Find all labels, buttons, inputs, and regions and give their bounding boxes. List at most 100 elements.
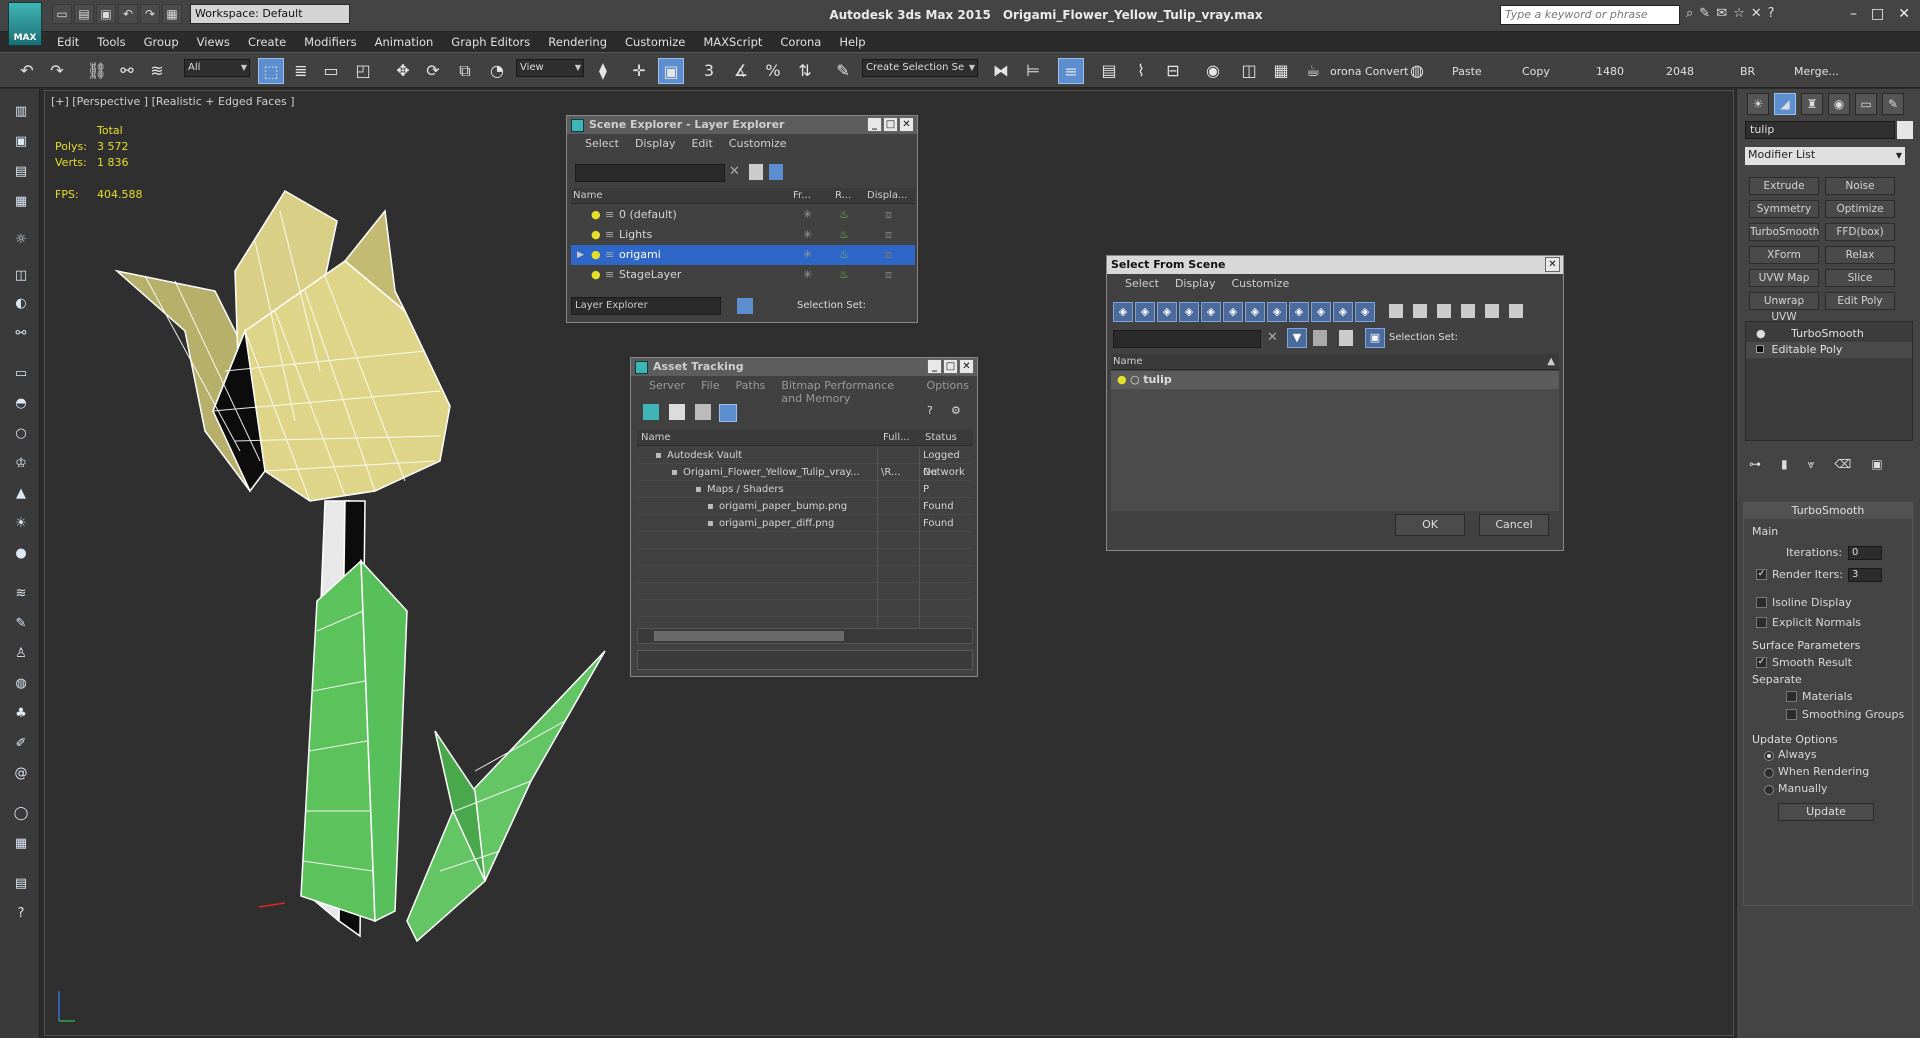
plant-icon[interactable]: ♣ — [10, 703, 32, 725]
modifier-button-noise[interactable]: Noise — [1825, 177, 1895, 195]
pin-stack-icon[interactable]: ⊶ — [1749, 457, 1761, 472]
modifier-button-xform[interactable]: XForm — [1749, 246, 1819, 264]
modifier-button-uvw-map[interactable]: UVW Map — [1749, 269, 1819, 287]
display-icon[interactable]: ▣ — [10, 131, 32, 153]
menu-animation[interactable]: Animation — [366, 32, 443, 52]
always-radio[interactable] — [1764, 751, 1774, 761]
sun-icon[interactable]: ☀ — [10, 513, 32, 535]
grid-icon[interactable]: ▦ — [10, 191, 32, 213]
cancel-button[interactable]: Cancel — [1479, 514, 1549, 536]
ok-button[interactable]: OK — [1395, 514, 1465, 536]
unlink-icon[interactable]: ⚯ — [114, 58, 140, 84]
layer-explorer-dropdown[interactable]: Layer Explorer — [571, 297, 721, 315]
clear-search-icon[interactable]: ✕ — [729, 164, 740, 179]
menu-modifiers[interactable]: Modifiers — [295, 32, 366, 52]
camera-filter-icon[interactable]: ◈ — [1179, 302, 1199, 322]
corona-icon[interactable]: ◍ — [1404, 58, 1430, 84]
copy-button[interactable]: Copy — [1522, 65, 1550, 78]
percent-snap-icon[interactable]: % — [760, 58, 786, 84]
smooth-result-checkbox[interactable]: ✓ — [1756, 657, 1767, 668]
layer-icon[interactable]: ▤ — [10, 161, 32, 183]
link-object-icon[interactable]: ⚯ — [10, 323, 32, 345]
col-name[interactable]: Name — [573, 188, 603, 203]
col-full-path[interactable]: Full... — [883, 430, 910, 445]
search-input[interactable]: Type a keyword or phrase — [1500, 5, 1680, 25]
pivot-center-icon[interactable]: ⧫ — [590, 58, 616, 84]
modifier-button-symmetry[interactable]: Symmetry — [1749, 200, 1819, 218]
se-menu-select[interactable]: Select — [577, 134, 627, 154]
menu-group[interactable]: Group — [135, 32, 188, 52]
at-menu-server[interactable]: Server — [641, 376, 693, 396]
asset-tracking-title[interactable]: Asset Tracking _ □ ✕ — [631, 358, 977, 376]
menu-maxscript[interactable]: MAXScript — [694, 32, 771, 52]
layer-row[interactable]: ● ≡ StageLayer ✳ ♨ ⧈ — [571, 265, 915, 285]
render-iters-checkbox[interactable]: ✓ — [1756, 569, 1767, 580]
se-menu-display[interactable]: Display — [627, 134, 684, 154]
light-bulb-icon[interactable]: ● — [591, 245, 601, 265]
display-influences-icon[interactable] — [1509, 304, 1523, 318]
close-icon[interactable]: ✕ — [899, 117, 914, 132]
sort-icon[interactable] — [737, 298, 753, 314]
turbosmooth-rollout-title[interactable]: TurboSmooth — [1744, 503, 1912, 519]
explicit-normals-checkbox[interactable] — [1756, 617, 1767, 628]
maximize-icon[interactable]: □ — [943, 359, 958, 374]
sfs-menu-select[interactable]: Select — [1117, 274, 1167, 294]
material-editor-icon[interactable]: ◉ — [1200, 58, 1226, 84]
layer-row[interactable]: ● ≡ 0 (default) ✳ ♨ ⧈ — [571, 205, 915, 225]
rendered-frame-icon[interactable]: ▦ — [1268, 58, 1294, 84]
merge-button[interactable]: Merge... — [1794, 65, 1839, 78]
sphere-white-icon[interactable]: ◯ — [10, 803, 32, 825]
layer-row[interactable]: ● ≡ Lights ✳ ♨ ⧈ — [571, 225, 915, 245]
hierarchy-tab-icon[interactable]: ♜ — [1801, 93, 1823, 115]
modifier-button-relax[interactable]: Relax — [1825, 246, 1895, 264]
close-icon[interactable]: ✕ — [959, 359, 974, 374]
minimize-icon[interactable]: – — [1850, 6, 1857, 22]
update-button[interactable]: Update — [1778, 803, 1874, 821]
asset-row[interactable]: ▪ Autodesk Vault Logged Ou — [637, 447, 973, 478]
col-display[interactable]: Displa... — [867, 188, 907, 203]
bone-filter-icon[interactable]: ◈ — [1289, 302, 1309, 322]
asset-row[interactable]: ▪ Origami_Flower_Yellow_Tulip_vray... \R..… — [637, 464, 973, 495]
pin-icon[interactable]: ✎ — [10, 613, 32, 635]
stack-item-turbosmooth[interactable]: ● TurboSmooth — [1746, 326, 1912, 342]
selection-set-icon[interactable]: ▣ — [1365, 328, 1385, 348]
maximize-icon[interactable]: □ — [1871, 6, 1884, 22]
snail-icon[interactable]: @ — [10, 763, 32, 785]
sphere-icon[interactable]: ○ — [10, 423, 32, 445]
display-box-icon[interactable]: ⧈ — [885, 265, 892, 285]
display-box-icon[interactable]: ⧈ — [885, 245, 892, 265]
ball-icon[interactable]: ● — [10, 543, 32, 565]
window-crossing-icon[interactable]: ◰ — [350, 58, 376, 84]
freeze-icon[interactable]: ✳ — [803, 245, 812, 265]
scene-explorer-search-input[interactable] — [575, 164, 725, 182]
render-teapot-icon[interactable]: ♨ — [839, 265, 849, 285]
snaps-toggle-icon[interactable]: 3 — [696, 58, 722, 84]
configure-sets-icon[interactable]: ▣ — [1871, 457, 1882, 472]
keyboard-shortcut-icon[interactable]: ▣ — [658, 58, 684, 84]
calc-icon[interactable]: ▦ — [10, 833, 32, 855]
col-asset-name[interactable]: Name — [641, 430, 671, 445]
se-menu-edit[interactable]: Edit — [683, 134, 720, 154]
asset-tracking-dialog[interactable]: Asset Tracking _ □ ✕ Server File Paths Bitmap… — [630, 357, 978, 677]
tree-icon[interactable] — [695, 404, 711, 420]
render-teapot-icon[interactable]: ♨ — [839, 225, 849, 245]
modifier-button-unwrap-uvw[interactable]: Unwrap UVW — [1749, 292, 1819, 323]
scrollbar-thumb[interactable] — [654, 631, 844, 641]
geometry-filter-icon[interactable]: ◈ — [1113, 302, 1133, 322]
at-menu-paths[interactable]: Paths — [728, 376, 774, 396]
undo-icon[interactable]: ↶ — [14, 58, 40, 84]
modifier-button-extrude[interactable]: Extrude — [1749, 177, 1819, 195]
light-bulb-icon[interactable]: ● — [591, 205, 601, 225]
col-render[interactable]: R... — [835, 188, 851, 203]
menu-help[interactable]: Help — [830, 32, 874, 52]
display-box-icon[interactable]: ⧈ — [885, 205, 892, 225]
binoculars-icon[interactable]: ⌕ — [1686, 6, 1693, 21]
crown-icon[interactable]: ♔ — [10, 453, 32, 475]
menu-edit[interactable]: Edit — [48, 32, 88, 52]
find-icon[interactable] — [1313, 330, 1327, 346]
motion-tab-icon[interactable]: ◉ — [1828, 93, 1850, 115]
freeze-icon[interactable]: ✳ — [803, 205, 812, 225]
render-iters-spinner[interactable]: 3 — [1848, 568, 1882, 582]
resolution-2048-button[interactable]: 2048 — [1666, 65, 1694, 78]
frozen-filter-icon[interactable]: ◈ — [1333, 302, 1353, 322]
